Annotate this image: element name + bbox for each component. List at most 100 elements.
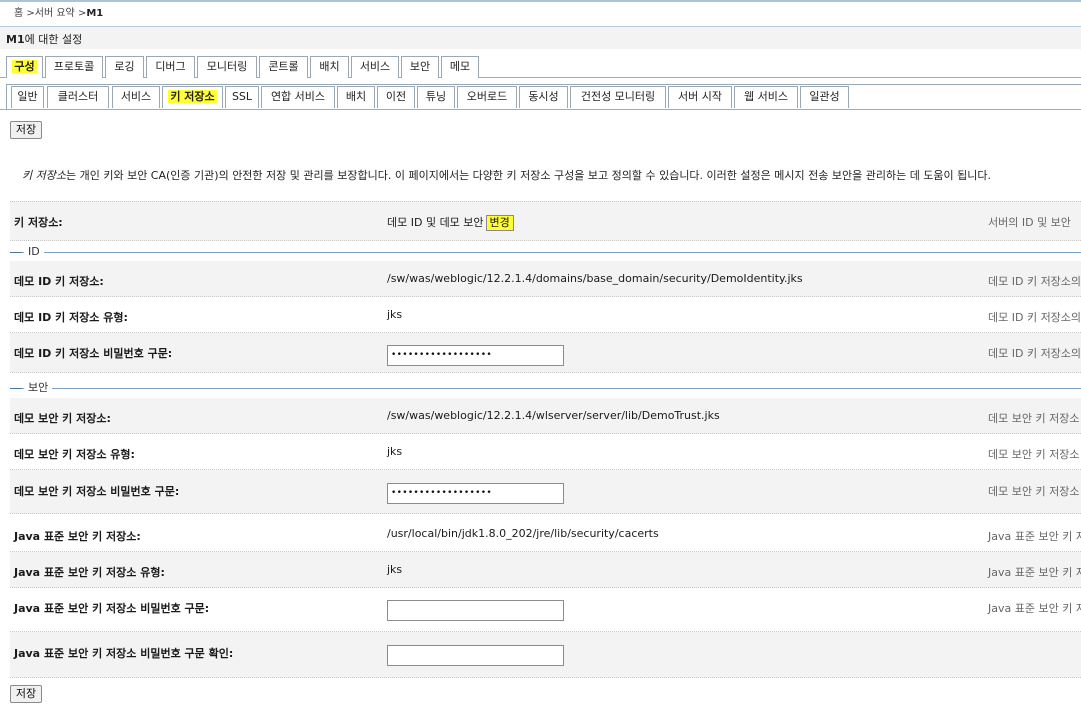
field-label: Java 표준 보안 키 저장소 비밀번호 구문: <box>14 602 210 615</box>
subtab-concurrency[interactable]: 동시성 <box>519 86 568 108</box>
field-label: 데모 ID 키 저장소 유형: <box>14 311 128 324</box>
section-collapse-dash[interactable] <box>10 252 22 253</box>
keystores-value-group: 데모 ID 및 데모 보안 변경 <box>387 214 514 231</box>
field-value: /sw/was/weblogic/12.2.1.4/wlserver/serve… <box>387 409 720 422</box>
tab-label: 서비스 <box>359 60 391 73</box>
subtab-label: 튜닝 <box>425 90 447 103</box>
subtab-label: 웹 서비스 <box>744 90 788 103</box>
tab-services[interactable]: 서비스 <box>351 56 399 78</box>
top-border <box>0 0 1081 2</box>
breadcrumb-separator: > <box>26 8 35 19</box>
keystores-label: 키 저장소: <box>14 216 63 229</box>
breadcrumb-home-link[interactable]: 홈 <box>14 8 23 19</box>
field-label: 데모 보안 키 저장소 비밀번호 구문: <box>14 485 180 498</box>
field-value: /usr/local/bin/jdk1.8.0_202/jre/lib/secu… <box>387 527 659 540</box>
demo-trust-type-row: 데모 보안 키 저장소 유형: jks 데모 보안 키 저장소 <box>10 434 1081 470</box>
subtab-label: SSL <box>231 90 253 103</box>
breadcrumb-summary-link[interactable]: 서버 요약 <box>35 8 75 19</box>
subtab-label: 배치 <box>345 90 367 103</box>
field-help: 데모 ID 키 저장소의 <box>988 311 1081 324</box>
subtab-label: 오버로드 <box>466 90 508 103</box>
subtab-general[interactable]: 일반 <box>11 86 44 108</box>
tab-label: 배치 <box>319 60 340 73</box>
demo-identity-pass-input[interactable]: •••••••••••••••••• <box>387 345 564 366</box>
subtab-overload[interactable]: 오버로드 <box>457 86 517 108</box>
subtab-web-services[interactable]: 웹 서비스 <box>734 86 798 108</box>
tab-monitoring[interactable]: 모니터링 <box>197 56 257 78</box>
subtab-health-monitoring[interactable]: 건전성 모니터링 <box>570 86 666 108</box>
java-trust-pass-confirm-input[interactable] <box>387 645 564 666</box>
subtab-label: 연합 서비스 <box>270 90 326 103</box>
tab-label: 콘트롤 <box>268 60 299 73</box>
identity-section-header: ID <box>10 246 1081 258</box>
subtab-coherence[interactable]: 일관성 <box>800 86 849 108</box>
field-help: 데모 보안 키 저장소 <box>988 448 1080 461</box>
tab-label: 메모 <box>449 60 471 73</box>
subtab-label: 일반 <box>17 90 38 103</box>
tab-label: 모니터링 <box>206 60 248 73</box>
demo-trust-keystore-row: 데모 보안 키 저장소: /sw/was/weblogic/12.2.1.4/w… <box>10 398 1081 434</box>
field-value: jks <box>387 563 403 576</box>
section-rule <box>10 388 1081 389</box>
java-trust-pass-input[interactable] <box>387 600 564 621</box>
subtab-federation-services[interactable]: 연합 서비스 <box>261 86 335 108</box>
subtab-deployment[interactable]: 배치 <box>337 86 375 108</box>
section-collapse-dash[interactable] <box>10 388 22 389</box>
field-help: Java 표준 보안 키 저 <box>988 566 1081 579</box>
field-label: Java 표준 보안 키 저장소: <box>14 530 141 543</box>
demo-identity-pass-row: 데모 ID 키 저장소 비밀번호 구문: •••••••••••••••••• … <box>10 333 1081 373</box>
tab-configuration[interactable]: 구성 <box>6 56 43 78</box>
subtab-ssl[interactable]: SSL <box>225 86 259 108</box>
java-trust-keystore-row: Java 표준 보안 키 저장소: /usr/local/bin/jdk1.8.… <box>10 514 1081 552</box>
subtab-label: 이전 <box>385 90 407 103</box>
tab-deployments[interactable]: 배치 <box>310 56 349 78</box>
field-label: Java 표준 보안 키 저장소 유형: <box>14 566 165 579</box>
field-label: Java 표준 보안 키 저장소 비밀번호 구문 확인: <box>14 647 234 660</box>
sub-tabs-baseline <box>0 109 1081 110</box>
tab-label: 프로토콜 <box>53 60 95 73</box>
page-description: 키 저장소는 개인 키와 보안 CA(인증 기관)의 안전한 저장 및 관리를 … <box>22 167 1081 183</box>
field-label: 데모 보안 키 저장소 유형: <box>14 448 135 461</box>
tab-security[interactable]: 보안 <box>401 56 439 78</box>
field-label: 데모 ID 키 저장소: <box>14 275 104 288</box>
tab-label: 디버그 <box>155 60 186 73</box>
breadcrumb-current: M1 <box>86 8 104 19</box>
subtab-services[interactable]: 서비스 <box>112 86 160 108</box>
subtab-migration[interactable]: 이전 <box>377 86 415 108</box>
demo-identity-type-row: 데모 ID 키 저장소 유형: jks 데모 ID 키 저장소의 <box>10 297 1081 333</box>
subtab-tuning[interactable]: 튜닝 <box>417 86 455 108</box>
main-tabs: 구성 프로토콜 로깅 디버그 모니터링 콘트롤 배치 서비스 보안 메모 <box>0 54 1081 78</box>
page-title-server: M1 <box>6 33 25 46</box>
subtab-server-start[interactable]: 서버 시작 <box>668 86 732 108</box>
tab-logging[interactable]: 로깅 <box>105 56 144 78</box>
field-help: Java 표준 보안 키 저 <box>988 530 1081 543</box>
page-title: M1에 대한 설정 <box>6 31 82 47</box>
tab-debug[interactable]: 디버그 <box>146 56 195 78</box>
java-trust-pass-row: Java 표준 보안 키 저장소 비밀번호 구문: Java 표준 보안 키 저 <box>10 588 1081 632</box>
save-button-bottom[interactable]: 저장 <box>10 685 42 703</box>
subtab-label: 서버 시작 <box>678 90 722 103</box>
subtab-label: 키 저장소 <box>168 90 217 103</box>
subtab-label: 건전성 모니터링 <box>580 90 656 103</box>
description-term: 키 저장소 <box>22 169 66 182</box>
tab-protocols[interactable]: 프로토콜 <box>45 56 103 78</box>
tab-control[interactable]: 콘트롤 <box>259 56 308 78</box>
tab-label: 로깅 <box>114 60 135 73</box>
tab-notes[interactable]: 메모 <box>441 56 479 78</box>
subtab-label: 일관성 <box>809 90 840 103</box>
change-keystores-button[interactable]: 변경 <box>485 215 514 231</box>
field-value: jks <box>387 445 403 458</box>
java-trust-type-row: Java 표준 보안 키 저장소 유형: jks Java 표준 보안 키 저 <box>10 552 1081 588</box>
subtab-keystores[interactable]: 키 저장소 <box>162 86 223 108</box>
field-help: 데모 보안 키 저장소 <box>988 412 1080 425</box>
page-title-bar: M1에 대한 설정 <box>0 26 1081 49</box>
identity-section-title: ID <box>24 246 44 258</box>
save-button-top[interactable]: 저장 <box>10 121 42 139</box>
breadcrumb: 홈 >서버 요약 >M1 <box>14 4 103 19</box>
subtab-cluster[interactable]: 클러스터 <box>47 86 109 108</box>
subtab-label: 서비스 <box>120 90 152 103</box>
section-rule <box>10 252 1081 253</box>
subtab-label: 클러스터 <box>57 90 99 103</box>
sub-tabs: 일반 클러스터 서비스 키 저장소 SSL 연합 서비스 배치 이전 튜닝 오버… <box>0 84 1081 110</box>
demo-trust-pass-input[interactable]: •••••••••••••••••• <box>387 483 564 504</box>
